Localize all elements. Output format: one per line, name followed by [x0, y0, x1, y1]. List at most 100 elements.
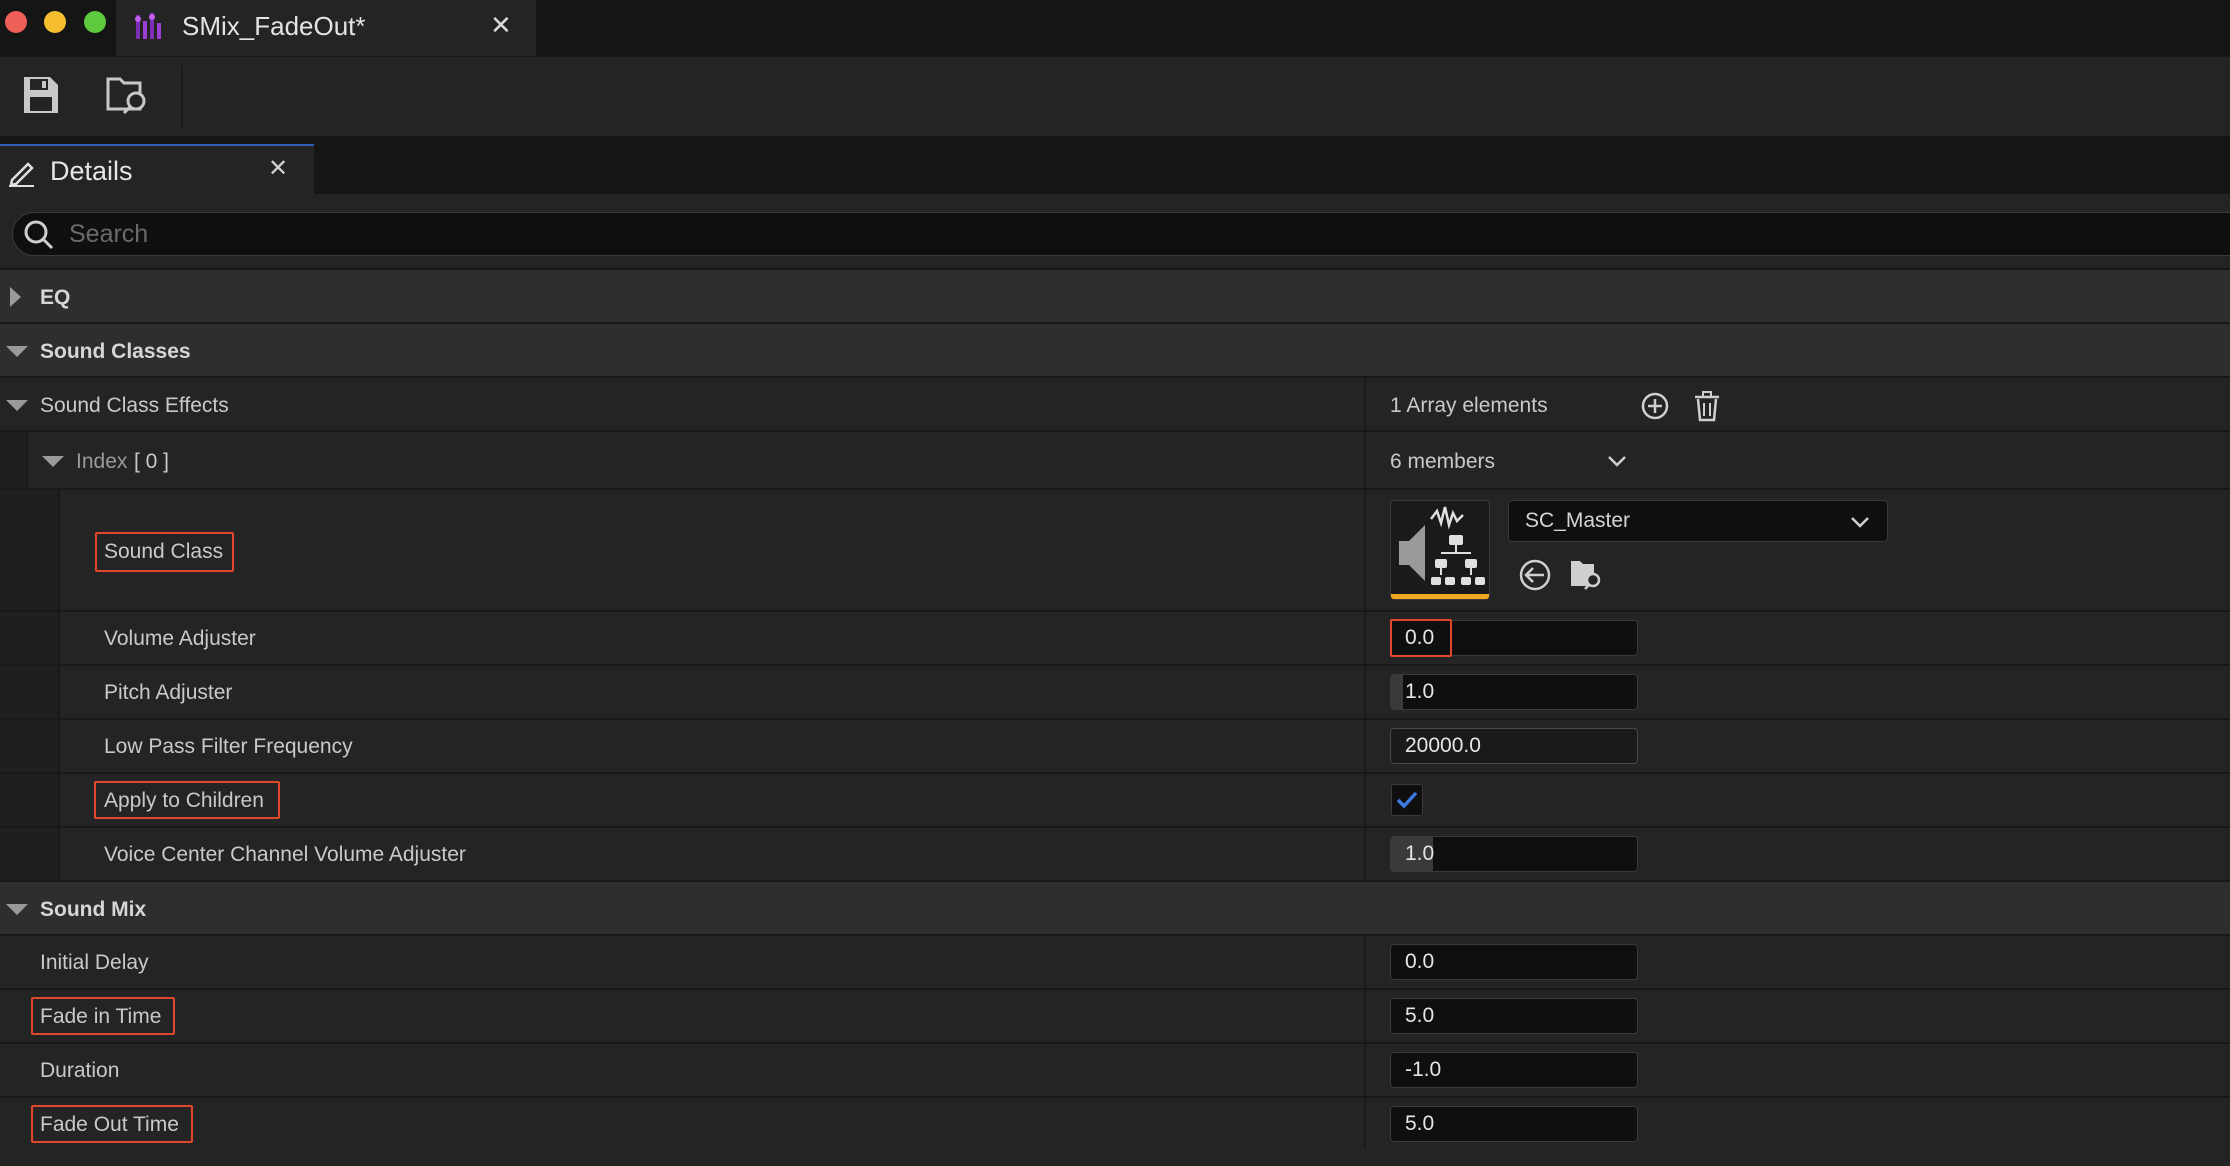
indent-guide	[0, 720, 28, 772]
indent-guide	[0, 828, 28, 880]
apply-to-children-checkbox[interactable]	[1391, 784, 1423, 816]
save-icon[interactable]	[18, 73, 62, 122]
tab-details[interactable]: Details ✕	[0, 144, 314, 196]
field-value: 20000.0	[1405, 734, 1481, 757]
property-label: Initial Delay	[40, 951, 149, 974]
column-splitter[interactable]	[1364, 1044, 1366, 1096]
panel-bottom	[0, 1148, 2230, 1166]
array-index-row: Index [ 0 ] 6 members	[0, 430, 2230, 488]
field-value: -1.0	[1405, 1058, 1442, 1081]
pitch-adjuster-field[interactable]: 1.0	[1390, 674, 1638, 710]
highlight-box	[31, 1105, 193, 1143]
property-apply-to-children: Apply to Children	[0, 772, 2230, 826]
indent-guide	[26, 666, 60, 718]
indent-guide	[0, 612, 28, 664]
search-input[interactable]	[67, 217, 1871, 251]
browse-asset-icon[interactable]	[1568, 556, 1604, 597]
column-splitter[interactable]	[1364, 378, 1366, 430]
value-fill-bar	[1391, 675, 1404, 709]
category-sound-classes[interactable]: Sound Classes	[0, 322, 2230, 376]
column-splitter[interactable]	[1364, 612, 1366, 664]
category-label: Sound Mix	[40, 898, 147, 921]
toolbar	[0, 56, 2230, 137]
category-label: Sound Classes	[40, 340, 191, 363]
index-value: [ 0 ]	[134, 450, 170, 473]
use-selected-asset-icon[interactable]	[1518, 558, 1552, 597]
indent-guide	[26, 490, 60, 610]
members-dropdown-chevron-icon[interactable]	[1606, 450, 1628, 477]
property-label: Voice Center Channel Volume Adjuster	[104, 843, 466, 866]
property-voice-center-volume: Voice Center Channel Volume Adjuster 1.0	[0, 826, 2230, 880]
collapse-arrow-icon[interactable]	[6, 346, 28, 357]
search-icon	[23, 219, 55, 256]
column-splitter[interactable]	[1364, 828, 1366, 880]
field-value: 5.0	[1405, 1112, 1435, 1135]
column-splitter[interactable]	[1364, 1098, 1366, 1150]
voice-center-volume-field[interactable]: 1.0	[1390, 836, 1638, 872]
indent-guide	[0, 432, 28, 488]
column-splitter[interactable]	[1364, 490, 1366, 610]
details-tab-label: Details	[50, 156, 133, 186]
minimize-window-button[interactable]	[44, 11, 66, 33]
property-duration: Duration -1.0	[0, 1042, 2230, 1096]
column-splitter[interactable]	[1364, 936, 1366, 988]
property-label: Low Pass Filter Frequency	[104, 735, 353, 758]
close-window-button[interactable]	[5, 11, 27, 33]
document-tab[interactable]: SMix_FadeOut* ✕	[116, 0, 536, 56]
index-label: Index	[76, 450, 128, 473]
add-element-icon[interactable]	[1640, 391, 1670, 426]
sound-class-dropdown[interactable]: SC_Master	[1508, 500, 1888, 542]
property-label: Sound Class Effects	[40, 394, 229, 417]
collapse-arrow-icon[interactable]	[42, 456, 64, 467]
initial-delay-field[interactable]: 0.0	[1390, 944, 1638, 980]
category-sound-mix[interactable]: Sound Mix	[0, 880, 2230, 934]
field-value: 5.0	[1405, 1004, 1435, 1027]
sound-class-thumbnail[interactable]	[1390, 500, 1490, 600]
property-fade-in-time: Fade in Time 5.0	[0, 988, 2230, 1042]
members-count: 6 members	[1390, 450, 1496, 473]
sound-mix-asset-icon	[132, 9, 168, 50]
column-splitter[interactable]	[1364, 990, 1366, 1042]
dropdown-value: SC_Master	[1525, 509, 1631, 532]
column-splitter[interactable]	[1364, 666, 1366, 718]
category-eq[interactable]: EQ	[0, 268, 2230, 322]
fade-out-time-field[interactable]: 5.0	[1390, 1106, 1638, 1142]
property-label: Volume Adjuster	[104, 627, 256, 650]
search-bar	[0, 194, 2230, 268]
property-low-pass-filter: Low Pass Filter Frequency 20000.0	[0, 718, 2230, 772]
highlight-box	[94, 781, 280, 819]
property-volume-adjuster: Volume Adjuster 0.0	[0, 610, 2230, 664]
column-splitter[interactable]	[1364, 774, 1366, 826]
checkmark-icon	[1396, 791, 1418, 809]
indent-guide	[0, 666, 28, 718]
trash-icon[interactable]	[1692, 390, 1722, 427]
column-splitter[interactable]	[1364, 720, 1366, 772]
low-pass-filter-field[interactable]: 20000.0	[1390, 728, 1638, 764]
property-fade-out-time: Fade Out Time 5.0	[0, 1096, 2230, 1150]
indent-guide	[26, 774, 60, 826]
panel-tab-strip: Details ✕	[0, 136, 2230, 196]
property-initial-delay: Initial Delay 0.0	[0, 934, 2230, 988]
close-details-icon[interactable]: ✕	[268, 154, 288, 183]
collapse-arrow-icon[interactable]	[6, 400, 28, 411]
indent-guide	[0, 490, 28, 610]
fade-in-time-field[interactable]: 5.0	[1390, 998, 1638, 1034]
maximize-window-button[interactable]	[84, 11, 106, 33]
property-sound-class: Sound Class SC_Master	[0, 488, 2230, 610]
close-tab-icon[interactable]: ✕	[490, 10, 512, 41]
collapse-arrow-icon[interactable]	[6, 904, 28, 915]
indent-guide	[0, 774, 28, 826]
indent-guide	[26, 720, 60, 772]
array-count: 1 Array elements	[1390, 394, 1548, 417]
expand-arrow-icon[interactable]	[10, 287, 21, 307]
column-splitter[interactable]	[1364, 432, 1366, 488]
chevron-down-icon	[1849, 511, 1871, 538]
highlight-box	[1390, 619, 1452, 657]
search-field[interactable]	[12, 212, 2230, 256]
pencil-icon	[6, 156, 38, 193]
toolbar-divider	[181, 65, 183, 129]
title-bar: SMix_FadeOut* ✕	[0, 0, 2230, 56]
field-value: 1.0	[1405, 842, 1435, 865]
browse-asset-icon[interactable]	[104, 73, 152, 122]
duration-field[interactable]: -1.0	[1390, 1052, 1638, 1088]
